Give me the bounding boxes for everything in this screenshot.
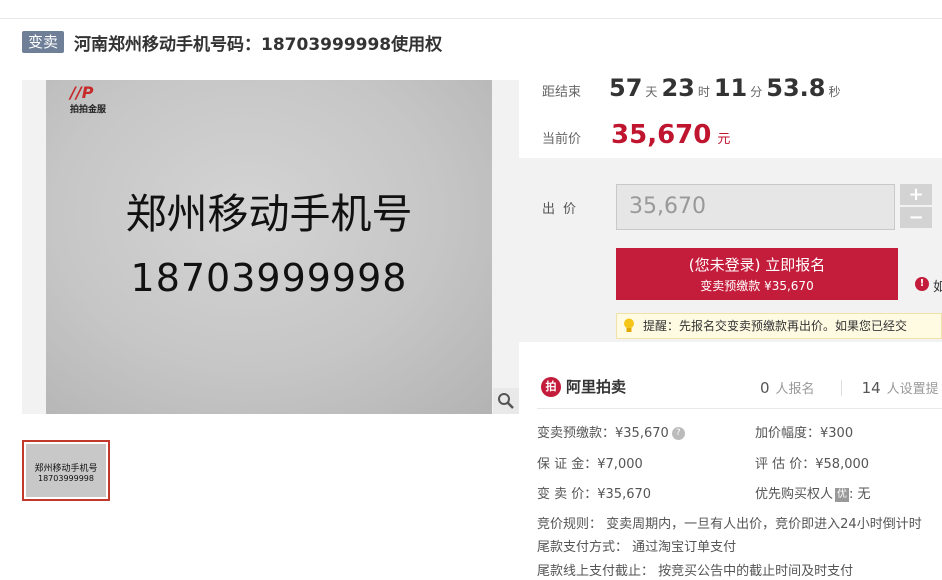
current-price-unit: 元 [717,132,731,147]
title-row: 变卖 河南郑州移动手机号码：18703999998使用权 [22,30,443,55]
bid-decrease-button[interactable]: − [900,207,932,228]
page-title: 河南郑州移动手机号码：18703999998使用权 [74,34,443,55]
current-price: 当前价 35,670 元 [542,120,730,150]
sale-type-tag: 变卖 [22,31,65,53]
bid-label: 出价 [542,202,585,217]
main-image[interactable]: //P 拍拍金服 郑州移动手机号 18703999998 [22,80,519,414]
countdown-label: 距结束 [542,85,582,100]
auction-page: 变卖 河南郑州移动手机号码：18703999998使用权 //P 拍拍金服 郑州… [0,0,942,580]
bid-increase-button[interactable]: + [900,184,932,205]
photo-text-line2: 18703999998 [130,256,408,300]
platform-logo-mark: 拍 [541,376,561,397]
reminder-tip: 提醒：先报名交变卖预缴款再出价。如果您已经交 [616,313,942,339]
countdown-minutes: 11 [713,74,748,102]
zoom-icon[interactable] [493,388,519,414]
current-price-label: 当前价 [542,132,582,147]
details-divider [537,408,942,409]
top-divider [0,18,942,19]
reminder-tip-text: 提醒：先报名交变卖预缴款再出价。如果您已经交 [643,319,908,333]
bid-panel: 出价 35,670 + − (您未登录) 立即报名 变卖预缴款 ¥35,670 … [519,158,942,342]
bidding-rule: 竞价规则： 变卖周期内，一旦有人出价，竞价即进入24小时倒计时 [537,517,922,532]
payment-deadline: 尾款线上支付截止： 按竞买公告中的截止时间及时支付 [537,564,854,579]
paper-logo: //P 拍拍金服 [70,83,110,116]
payment-method: 尾款支付方式： 通过淘宝订单支付 [537,540,737,555]
paper-logo-mark: //P [70,83,94,102]
reminders-count: 14 [861,379,881,397]
bid-input[interactable]: 35,670 [616,184,895,230]
signups-label: 人报名 [775,382,815,397]
current-price-value: 35,670 [611,120,712,150]
signup-button-label: (您未登录) 立即报名 [688,256,826,274]
signup-button-deposit: 变卖预缴款 ¥35,670 [700,279,814,293]
sale-price-info: 变 卖 价：¥35,670 [537,487,652,502]
increment-info: 加价幅度：¥300 [755,426,854,441]
countdown-seconds: 53.8 [766,74,826,102]
priority-badge: 优 [835,487,850,502]
image-thumbnail[interactable]: 郑州移动手机号 18703999998 [22,440,110,501]
help-icon[interactable]: ? [671,427,685,440]
paper-logo-name: 拍拍金服 [70,105,107,115]
signups-count: 0 [760,379,770,397]
countdown-hours: 23 [661,74,695,102]
priority-info: 优先购买权人优: 无 [755,487,871,502]
guarantee-info: 保 证 金：¥7,000 [537,457,643,472]
platform-name: 阿里拍卖 [566,378,627,396]
side-note[interactable]: 如 [933,276,942,295]
countdown-days: 57 [609,74,643,102]
bulb-icon [624,318,634,332]
photo-text-line1: 郑州移动手机号 [125,190,413,238]
thumb-text-line1: 郑州移动手机号 [34,464,98,474]
thumb-text-line2: 18703999998 [38,474,94,483]
signup-button[interactable]: (您未登录) 立即报名 变卖预缴款 ¥35,670 [616,248,898,300]
photo-paper: //P 拍拍金服 郑州移动手机号 18703999998 [46,80,492,414]
platform-logo: 拍 阿里拍卖 [541,376,626,397]
reminders-label: 人设置提 [886,382,939,397]
deposit-info: 变卖预缴款：¥35,670? [537,422,685,441]
appraisal-info: 评 估 价：¥58,000 [755,457,870,472]
auction-stats: 0 人报名 14 人设置提 [760,378,939,397]
info-icon: ! [915,277,929,291]
countdown: 距结束 57 天 23 时 11 分 53.8 秒 [542,74,841,102]
